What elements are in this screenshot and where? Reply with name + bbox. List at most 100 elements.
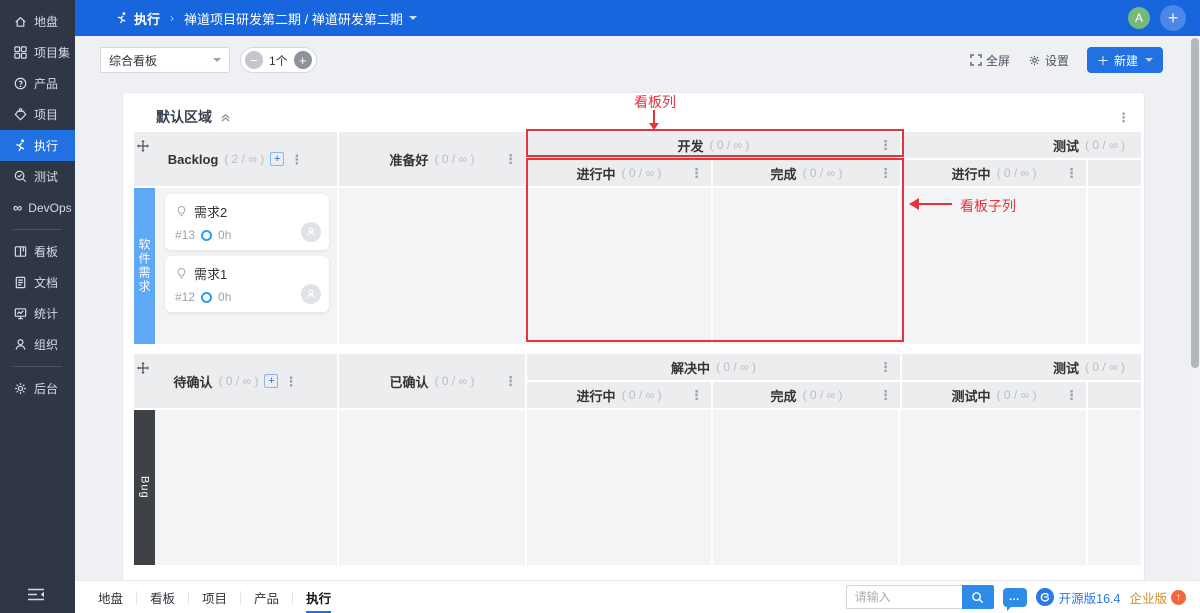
column-group-resolving: 解决中 ( 0 / ∞ ) ⋮ 进行中 ( 0 / ∞ ) ⋮ 完成 ( 0 /… — [527, 354, 902, 408]
feedback-chat-icon[interactable]: … — [1003, 588, 1027, 607]
card-assignee-avatar[interactable] — [301, 222, 321, 242]
annotation-arrow-down — [653, 110, 655, 124]
card-hours: 0h — [218, 228, 231, 242]
footer-item-dashboard[interactable]: 地盘 — [85, 588, 136, 607]
sidebar-item-qa[interactable]: 测试 — [0, 161, 75, 192]
add-card-button[interactable]: + — [264, 374, 278, 388]
decrease-button[interactable]: − — [245, 51, 263, 69]
scrollbar-thumb[interactable] — [1191, 38, 1199, 368]
avatar[interactable]: A — [1128, 7, 1150, 29]
story-lightbulb-icon — [175, 267, 188, 280]
board-count: 1个 — [269, 52, 288, 69]
column-menu-icon[interactable]: ⋮ — [879, 389, 892, 402]
column-body-resolving-doing — [527, 410, 713, 565]
lane-drag-handle[interactable] — [137, 362, 149, 377]
sidebar-item-product[interactable]: 产品 — [0, 68, 75, 99]
footer-item-execution[interactable]: 执行 — [293, 588, 344, 607]
global-add-button[interactable]: + — [1160, 5, 1186, 31]
vertical-scrollbar[interactable] — [1190, 36, 1200, 580]
footer-item-product[interactable]: 产品 — [241, 588, 292, 607]
create-button[interactable]: ＋ 新建 — [1087, 47, 1163, 73]
column-menu-icon[interactable]: ⋮ — [290, 153, 303, 166]
footer-bar: 地盘 看板 项目 产品 执行 … 开源版16.4 企业版 ↑ — [75, 580, 1200, 613]
column-body-test — [900, 188, 1141, 344]
footer-item-project[interactable]: 项目 — [189, 588, 240, 607]
lane-bug: 待确认 ( 0 / ∞ ) + ⋮ 已确认 ( 0 / ∞ ) ⋮ 解决中 ( … — [134, 354, 1141, 565]
breadcrumb-project[interactable]: 禅道项目研发第二期 / 禅道研发第二期 — [184, 9, 403, 28]
subcolumn-header-doing[interactable]: 进行中 ( 0 / ∞ ) ⋮ — [527, 382, 713, 408]
card-status-icon[interactable] — [201, 292, 212, 303]
column-menu-icon[interactable]: ⋮ — [504, 153, 517, 166]
column-group-test: 测试 ( 0 / ∞ ) 测试中 ( 0 / ∞ ) ⋮ — [902, 354, 1141, 408]
upgrade-arrow-icon: ↑ — [1171, 590, 1186, 605]
search-input[interactable] — [846, 585, 962, 609]
sidebar-item-program[interactable]: 项目集 — [0, 37, 75, 68]
card-status-icon[interactable] — [201, 230, 212, 241]
column-header-backlog[interactable]: Backlog ( 2 / ∞ ) + ⋮ — [134, 132, 339, 186]
card-title[interactable]: 需求2 — [194, 202, 227, 221]
add-card-button[interactable]: + — [270, 152, 284, 166]
card-id: #12 — [175, 290, 195, 304]
settings-button[interactable]: 设置 — [1028, 52, 1069, 69]
sidebar: 地盘 项目集 产品 项目 执行 测试 ∞ DevOps 看板 文档 统计 组织 — [0, 0, 75, 613]
column-header-resolving[interactable]: 解决中 ( 0 / ∞ ) ⋮ — [527, 354, 900, 380]
subcolumn-header-done[interactable]: 完成 ( 0 / ∞ ) ⋮ — [713, 382, 900, 408]
card-title[interactable]: 需求1 — [194, 264, 227, 283]
fullscreen-button[interactable]: 全屏 — [970, 52, 1010, 69]
sidebar-item-kanban[interactable]: 看板 — [0, 236, 75, 267]
sidebar-item-execution[interactable]: 执行 — [0, 130, 75, 161]
test-magnifier-icon — [13, 169, 28, 184]
column-menu-icon[interactable]: ⋮ — [1065, 389, 1078, 402]
infinity-icon: ∞ — [13, 201, 22, 214]
column-menu-icon[interactable]: ⋮ — [504, 375, 517, 388]
subcolumn-header-testing[interactable]: 测试中 ( 0 / ∞ ) ⋮ — [902, 382, 1088, 408]
sidebar-divider — [13, 366, 62, 367]
search-button[interactable] — [962, 585, 994, 609]
region-menu-icon[interactable]: ⋮ — [1117, 111, 1130, 124]
gear-icon — [13, 381, 28, 396]
runner-icon — [13, 138, 28, 153]
sidebar-collapse-button[interactable] — [26, 587, 46, 605]
card-assignee-avatar[interactable] — [301, 284, 321, 304]
annotation-arrow-left — [912, 203, 952, 205]
plus-icon: ＋ — [1097, 52, 1109, 69]
annotation-box-subcolumn — [526, 158, 904, 342]
sidebar-divider — [13, 229, 62, 230]
board-select[interactable]: 综合看板 — [100, 47, 230, 73]
lane-drag-handle[interactable] — [137, 140, 149, 155]
sidebar-item-org[interactable]: 组织 — [0, 329, 75, 360]
enterprise-upgrade-link[interactable]: 企业版 ↑ — [1129, 588, 1186, 607]
chevron-down-icon — [213, 58, 221, 66]
collapse-double-chevron-icon[interactable] — [220, 112, 231, 123]
column-header-confirmed[interactable]: 已确认 ( 0 / ∞ ) ⋮ — [339, 354, 527, 408]
column-menu-icon[interactable]: ⋮ — [879, 361, 892, 374]
footer-item-kanban[interactable]: 看板 — [137, 588, 188, 607]
sidebar-item-dashboard[interactable]: 地盘 — [0, 6, 75, 37]
kanban-card[interactable]: 需求1 #12 0h — [165, 256, 329, 312]
card-id: #13 — [175, 228, 195, 242]
sidebar-item-project[interactable]: 项目 — [0, 99, 75, 130]
column-header-test[interactable]: 测试 ( 0 / ∞ ) — [902, 132, 1141, 158]
subcolumn-header-testing-doing[interactable]: 进行中 ( 0 / ∞ ) ⋮ — [902, 160, 1088, 186]
kanban-card[interactable]: 需求2 #13 0h — [165, 194, 329, 250]
open-source-version[interactable]: 开源版16.4 — [1036, 588, 1121, 607]
subcolumn-header-clipped — [1088, 382, 1141, 408]
sidebar-item-doc[interactable]: 文档 — [0, 267, 75, 298]
person-icon — [305, 288, 317, 300]
column-header-unconfirmed[interactable]: 待确认 ( 0 / ∞ ) + ⋮ — [134, 354, 339, 408]
column-menu-icon[interactable]: ⋮ — [1065, 167, 1078, 180]
column-menu-icon[interactable]: ⋮ — [690, 389, 703, 402]
sidebar-item-devops[interactable]: ∞ DevOps — [0, 192, 75, 223]
column-header-ready[interactable]: 准备好 ( 0 / ∞ ) ⋮ — [339, 132, 527, 186]
chevron-down-icon[interactable] — [409, 16, 417, 24]
column-header-test[interactable]: 测试 ( 0 / ∞ ) — [902, 354, 1141, 380]
board-count-stepper: − 1个 + — [240, 47, 317, 73]
increase-button[interactable]: + — [294, 51, 312, 69]
column-menu-icon[interactable]: ⋮ — [284, 375, 297, 388]
annotation-subcolumn-label: 看板子列 — [960, 196, 1016, 216]
sidebar-item-stats[interactable]: 统计 — [0, 298, 75, 329]
breadcrumb-section[interactable]: 执行 — [134, 9, 160, 28]
move-icon — [137, 140, 149, 152]
sidebar-item-admin[interactable]: 后台 — [0, 373, 75, 404]
runner-icon — [115, 11, 129, 25]
